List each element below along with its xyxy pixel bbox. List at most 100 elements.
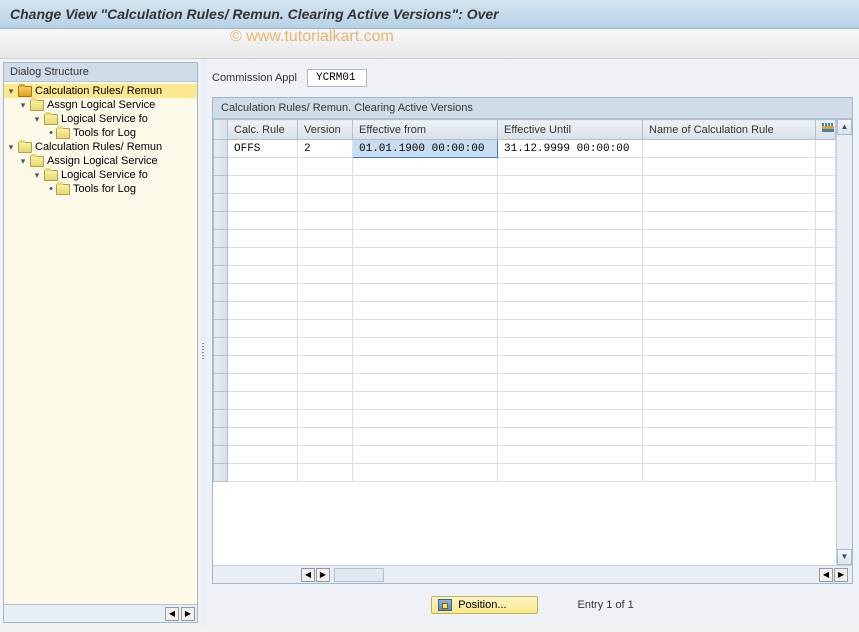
folder-icon (18, 142, 32, 153)
tree-item-logical-1[interactable]: ▾ Logical Service fo (4, 112, 197, 126)
folder-icon (56, 128, 70, 139)
row-selector[interactable] (214, 158, 228, 176)
row-selector[interactable] (214, 446, 228, 464)
row-selector[interactable] (214, 230, 228, 248)
tree-item-calc-rules-1[interactable]: ▾ Calculation Rules/ Remun (4, 84, 197, 98)
tree-item-assgn-1[interactable]: ▾ Assgn Logical Service (4, 98, 197, 112)
col-version[interactable]: Version (298, 120, 353, 140)
row-selector[interactable] (214, 356, 228, 374)
content-area: Commission Appl YCRM01 Calculation Rules… (206, 59, 859, 626)
table-row[interactable] (214, 266, 836, 284)
cell-eff-until[interactable]: 31.12.9999 00:00:00 (498, 140, 643, 158)
tree-label: Assgn Logical Service (47, 99, 155, 111)
row-selector[interactable] (214, 464, 228, 482)
table-row[interactable] (214, 428, 836, 446)
folder-icon (30, 156, 44, 167)
tree-item-calc-rules-2[interactable]: ▾ Calculation Rules/ Remun (4, 140, 197, 154)
table-panel: Calculation Rules/ Remun. Clearing Activ… (212, 97, 853, 584)
table-row[interactable] (214, 212, 836, 230)
bullet-icon: • (46, 183, 56, 195)
col-eff-until[interactable]: Effective Until (498, 120, 643, 140)
expand-icon[interactable]: ▾ (6, 86, 16, 97)
row-selector[interactable] (214, 176, 228, 194)
cell-pad (816, 140, 836, 158)
cell-name[interactable] (643, 140, 816, 158)
col-calc-rule[interactable]: Calc. Rule (228, 120, 298, 140)
select-all[interactable] (214, 120, 228, 140)
folder-open-icon (18, 86, 32, 97)
table-row[interactable] (214, 338, 836, 356)
table-row[interactable] (214, 356, 836, 374)
scroll-up-button[interactable]: ▲ (837, 119, 852, 135)
table-row[interactable] (214, 392, 836, 410)
scroll-track[interactable] (837, 135, 852, 549)
table-row[interactable] (214, 446, 836, 464)
folder-icon (30, 100, 44, 111)
position-button[interactable]: Position... (431, 596, 537, 614)
tree-item-assign-2[interactable]: ▾ Assign Logical Service (4, 154, 197, 168)
expand-icon[interactable]: ▾ (32, 170, 42, 181)
tree-label: Assign Logical Service (47, 155, 158, 167)
hscroll-right-button-2[interactable]: ▶ (834, 568, 848, 582)
table-row[interactable] (214, 158, 836, 176)
hscroll-right-button[interactable]: ▶ (316, 568, 330, 582)
commission-value[interactable]: YCRM01 (307, 69, 367, 87)
expand-icon[interactable]: ▾ (18, 156, 28, 167)
splitter[interactable] (201, 59, 206, 626)
table-settings-button[interactable] (816, 120, 836, 140)
col-name[interactable]: Name of Calculation Rule (643, 120, 816, 140)
cell-eff-from[interactable]: 01.01.1900 00:00:00 (353, 140, 498, 158)
hscroll-track-left[interactable] (334, 568, 384, 582)
table-row[interactable] (214, 284, 836, 302)
col-eff-from[interactable]: Effective from (353, 120, 498, 140)
bullet-icon: • (46, 127, 56, 139)
row-selector[interactable] (214, 374, 228, 392)
row-selector[interactable] (214, 266, 228, 284)
expand-icon[interactable]: ▾ (6, 142, 16, 153)
row-selector[interactable] (214, 320, 228, 338)
horizontal-scrollbar: ◀ ▶ ◀ ▶ (213, 565, 852, 583)
row-selector[interactable] (214, 284, 228, 302)
tree-label: Logical Service fo (61, 169, 148, 181)
table-row[interactable]: OFFS 2 01.01.1900 00:00:00 31.12.9999 00… (214, 140, 836, 158)
table-settings-icon (822, 123, 834, 133)
cell-calc-rule[interactable]: OFFS (228, 140, 298, 158)
tree-label: Tools for Log (73, 127, 136, 139)
scroll-down-button[interactable]: ▼ (837, 549, 852, 565)
tree-item-tools-2[interactable]: • Tools for Log (4, 182, 197, 196)
scroll-left-button[interactable]: ◀ (165, 607, 179, 621)
page-title: Change View "Calculation Rules/ Remun. C… (0, 0, 859, 29)
row-selector[interactable] (214, 410, 228, 428)
tree-item-tools-1[interactable]: • Tools for Log (4, 126, 197, 140)
table-row[interactable] (214, 194, 836, 212)
table-body: OFFS 2 01.01.1900 00:00:00 31.12.9999 00… (214, 140, 836, 482)
row-selector[interactable] (214, 140, 228, 158)
hscroll-left-button-2[interactable]: ◀ (819, 568, 833, 582)
tree-item-logical-2[interactable]: ▾ Logical Service fo (4, 168, 197, 182)
row-selector[interactable] (214, 338, 228, 356)
hscroll-left-button[interactable]: ◀ (301, 568, 315, 582)
data-table: Calc. Rule Version Effective from Effect… (213, 119, 836, 482)
cell-version[interactable]: 2 (298, 140, 353, 158)
vertical-scrollbar[interactable]: ▲ ▼ (836, 119, 852, 565)
sidebar-hscroll: ◀ ▶ (4, 604, 197, 622)
table-row[interactable] (214, 320, 836, 338)
row-selector[interactable] (214, 194, 228, 212)
table-row[interactable] (214, 374, 836, 392)
commission-field-row: Commission Appl YCRM01 (212, 65, 853, 91)
row-selector[interactable] (214, 392, 228, 410)
expand-icon[interactable]: ▾ (18, 100, 28, 111)
table-row[interactable] (214, 176, 836, 194)
table-row[interactable] (214, 464, 836, 482)
position-label: Position... (458, 599, 506, 611)
row-selector[interactable] (214, 302, 228, 320)
row-selector[interactable] (214, 428, 228, 446)
table-row[interactable] (214, 302, 836, 320)
row-selector[interactable] (214, 248, 228, 266)
table-row[interactable] (214, 230, 836, 248)
table-row[interactable] (214, 410, 836, 428)
scroll-right-button[interactable]: ▶ (181, 607, 195, 621)
expand-icon[interactable]: ▾ (32, 114, 42, 125)
row-selector[interactable] (214, 212, 228, 230)
table-row[interactable] (214, 248, 836, 266)
